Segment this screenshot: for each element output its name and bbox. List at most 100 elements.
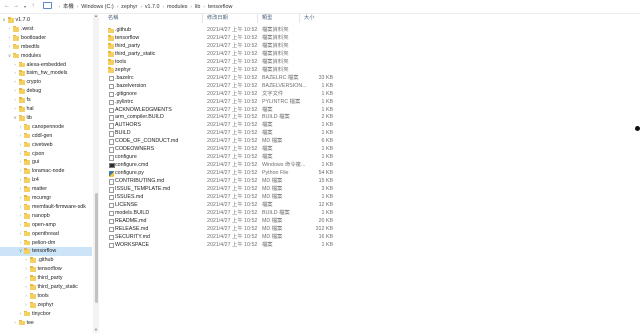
tree-item[interactable]: › matter	[0, 185, 92, 194]
collapse-chevron-icon[interactable]: ›	[13, 69, 18, 78]
collapse-chevron-icon[interactable]: ›	[24, 274, 29, 283]
expand-chevron-icon[interactable]: ∨	[7, 52, 12, 61]
column-divider[interactable]	[202, 14, 203, 23]
expand-chevron-icon[interactable]: ∨	[18, 247, 23, 256]
scrollbar-thumb[interactable]	[94, 193, 98, 303]
tree-item[interactable]: › zephyr	[0, 301, 92, 310]
collapse-chevron-icon[interactable]: ›	[13, 78, 18, 87]
tree-item[interactable]: › nanopb	[0, 212, 92, 221]
expand-chevron-icon[interactable]: ∨	[13, 114, 18, 123]
file-row[interactable]: RELEASE.md 2021/4/27 上午 10:52 MD 檔案 312 KB	[100, 226, 345, 234]
file-row[interactable]: WORKSPACE 2021/4/27 上午 10:52 檔案 1 KB	[100, 242, 345, 250]
collapse-chevron-icon[interactable]: ›	[24, 265, 29, 274]
breadcrumb-item[interactable]: lib	[195, 4, 200, 10]
tree-item[interactable]: › third_party	[0, 274, 92, 283]
tree-item[interactable]: › lz4	[0, 176, 92, 185]
collapse-chevron-icon[interactable]: ›	[18, 123, 23, 132]
tree-item[interactable]: › memfault-firmware-sdk	[0, 203, 92, 212]
column-header-size[interactable]: 大小	[304, 14, 314, 23]
file-row[interactable]: .gitignore 2021/4/27 上午 10:52 文字文件 1 KB	[100, 91, 345, 99]
file-row[interactable]: README.md 2021/4/27 上午 10:52 MD 檔案 20 KB	[100, 218, 345, 226]
tree-item[interactable]: › tools	[0, 292, 92, 301]
tree-item[interactable]: › alexa-embedded	[0, 61, 92, 70]
breadcrumb-item[interactable]: Windows (C:)	[81, 4, 113, 10]
collapse-chevron-icon[interactable]: ›	[18, 167, 23, 176]
column-divider[interactable]	[299, 14, 300, 23]
collapse-chevron-icon[interactable]: ›	[13, 61, 18, 70]
tree-item[interactable]: › gui	[0, 158, 92, 167]
tree-item[interactable]: › mcumgr	[0, 194, 92, 203]
file-row[interactable]: zephyr 2021/4/27 上午 10:52 檔案資料夾	[100, 67, 345, 75]
tree-item[interactable]: › bsim_hw_models	[0, 69, 92, 78]
collapse-chevron-icon[interactable]: ›	[18, 212, 23, 221]
tree-item[interactable]: ∨ modules	[0, 52, 92, 61]
tree-item[interactable]: ∨ tensorflow	[0, 247, 92, 257]
file-row[interactable]: models.BUILD 2021/4/27 上午 10:52 BUILD 檔案 1 …	[100, 210, 345, 218]
file-row[interactable]: tools 2021/4/27 上午 10:52 檔案資料夾	[100, 59, 345, 67]
tree-item[interactable]: ∨ lib	[0, 114, 92, 123]
file-row[interactable]: tensorflow 2021/4/27 上午 10:52 檔案資料夾	[100, 35, 345, 43]
breadcrumb-separator-icon[interactable]: ›	[203, 4, 205, 9]
tree-item[interactable]: › pelion-dm	[0, 239, 92, 248]
tree-item[interactable]: › cddl-gen	[0, 132, 92, 141]
file-row[interactable]: .github 2021/4/27 上午 10:52 檔案資料夾	[100, 27, 345, 35]
tree-item[interactable]: › canopennode	[0, 123, 92, 132]
collapse-chevron-icon[interactable]: ›	[18, 132, 23, 141]
collapse-chevron-icon[interactable]: ›	[24, 256, 29, 265]
scroll-down-icon[interactable]: ▼	[93, 327, 99, 333]
collapse-chevron-icon[interactable]: ›	[18, 150, 23, 159]
collapse-chevron-icon[interactable]: ›	[13, 319, 18, 328]
file-row[interactable]: configure.cmd 2021/4/27 上午 10:52 Windows 命…	[100, 162, 345, 170]
collapse-chevron-icon[interactable]: ›	[18, 310, 23, 319]
tree-item[interactable]: › .west	[0, 25, 92, 34]
breadcrumb-item[interactable]: modules	[167, 4, 187, 10]
column-header-name[interactable]: 名稱	[108, 14, 118, 23]
file-row[interactable]: .bazelversion 2021/4/27 上午 10:52 BAZELVERS…	[100, 83, 345, 91]
collapse-chevron-icon[interactable]: ›	[13, 87, 18, 96]
file-row[interactable]: configure.py 2021/4/27 上午 10:52 Python Fil…	[100, 170, 345, 178]
breadcrumb-item[interactable]: tensorflow	[208, 4, 233, 10]
breadcrumb-item[interactable]: 本機	[63, 4, 74, 10]
tree-item[interactable]: › debug	[0, 87, 92, 96]
tree-item[interactable]: ∨ v1.7.0	[0, 16, 92, 25]
tree-item[interactable]: › third_party_static	[0, 283, 92, 292]
tree-item[interactable]: › tinycbor	[0, 310, 92, 319]
tree-item[interactable]: › .github	[0, 256, 92, 265]
file-row[interactable]: third_party_static 2021/4/27 上午 10:52 檔案資料…	[100, 51, 345, 59]
collapse-chevron-icon[interactable]: ›	[18, 221, 23, 230]
file-row[interactable]: CODEOWNERS 2021/4/27 上午 10:52 檔案 1 KB	[100, 146, 345, 154]
collapse-chevron-icon[interactable]: ›	[24, 301, 29, 310]
back-icon[interactable]: ←	[3, 2, 11, 11]
breadcrumb-item[interactable]: v1.7.0	[145, 4, 160, 10]
navigation-scrollbar[interactable]: ▲ ▼	[93, 13, 99, 333]
breadcrumb-separator-icon[interactable]: ›	[190, 4, 192, 9]
breadcrumb-separator-icon[interactable]: ›	[163, 4, 165, 9]
collapse-chevron-icon[interactable]: ›	[7, 34, 12, 43]
tree-item[interactable]: › loramac-node	[0, 167, 92, 176]
up-icon[interactable]: ↑	[29, 2, 37, 11]
breadcrumb-separator-icon[interactable]: ›	[59, 4, 61, 9]
column-header-type[interactable]: 類型	[262, 14, 272, 23]
tree-item[interactable]: › fs	[0, 96, 92, 105]
forward-icon[interactable]: →	[12, 2, 20, 11]
expand-chevron-icon[interactable]: ∨	[2, 16, 7, 25]
collapse-chevron-icon[interactable]: ›	[18, 230, 23, 239]
file-row[interactable]: CONTRIBUTING.md 2021/4/27 上午 10:52 MD 檔案 15…	[100, 178, 345, 186]
file-row[interactable]: configure 2021/4/27 上午 10:52 檔案 1 KB	[100, 154, 345, 162]
column-header-date[interactable]: 修改日期	[207, 14, 228, 23]
collapse-chevron-icon[interactable]: ›	[18, 141, 23, 150]
tree-item[interactable]: › civetweb	[0, 141, 92, 150]
file-row[interactable]: third_party 2021/4/27 上午 10:52 檔案資料夾	[100, 43, 345, 51]
tree-item[interactable]: › openthread	[0, 230, 92, 239]
tree-item[interactable]: › tensorflow	[0, 265, 92, 274]
collapse-chevron-icon[interactable]: ›	[13, 96, 18, 105]
tree-item[interactable]: › open-amp	[0, 221, 92, 230]
collapse-chevron-icon[interactable]: ›	[18, 203, 23, 212]
column-divider[interactable]	[257, 14, 258, 23]
tree-item[interactable]: › mbedtls	[0, 43, 92, 52]
collapse-chevron-icon[interactable]: ›	[18, 158, 23, 167]
collapse-chevron-icon[interactable]: ›	[7, 43, 12, 52]
tree-item[interactable]: › crypto	[0, 78, 92, 87]
collapse-chevron-icon[interactable]: ›	[18, 185, 23, 194]
breadcrumb-separator-icon[interactable]: ›	[140, 4, 142, 9]
